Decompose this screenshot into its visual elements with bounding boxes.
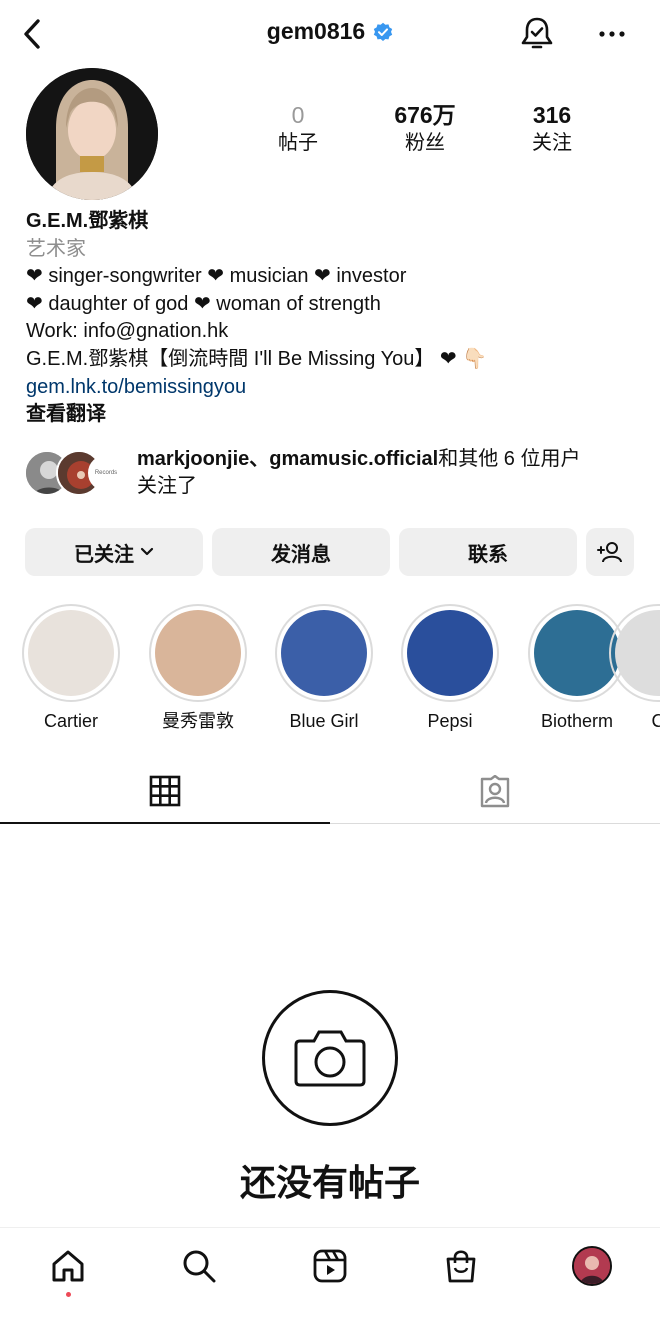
- profile-category: 艺术家: [26, 237, 86, 260]
- stat-label: 粉丝: [405, 132, 445, 154]
- mutual-follower-suffix: 和其他 6 位用户: [438, 448, 581, 470]
- empty-posts: 还没有帖子: [0, 990, 660, 1206]
- tab-tagged[interactable]: [330, 760, 660, 824]
- mutual-follower-line2: 关注了: [137, 475, 197, 497]
- highlight-ring: [401, 604, 499, 702]
- bio-line: ❤ singer-songwriter ❤ musician ❤ investo…: [26, 265, 407, 288]
- bell-check-icon[interactable]: [517, 14, 557, 54]
- profile-tab[interactable]: [570, 1244, 614, 1288]
- highlight-label: Blue Girl: [289, 711, 359, 731]
- profile-stats: 0 帖子 676万 粉丝 316 关注: [240, 100, 610, 156]
- highlight-cover: [28, 610, 114, 696]
- highlight-blue-girl[interactable]: Blue Girl: [269, 600, 379, 732]
- message-button[interactable]: 发消息: [212, 528, 390, 576]
- highlight-partial[interactable]: C: [603, 600, 660, 732]
- tagged-person-icon: [480, 775, 510, 808]
- highlight-cover: [407, 610, 493, 696]
- profile-avatar[interactable]: [26, 68, 158, 200]
- stat-followers[interactable]: 676万 粉丝: [367, 100, 483, 156]
- reels-icon[interactable]: [308, 1244, 352, 1288]
- highlight-cartier[interactable]: Cartier: [16, 600, 126, 732]
- highlight-ring: [609, 604, 660, 702]
- following-button[interactable]: 已关注: [25, 528, 203, 576]
- nav-profile-avatar: [572, 1246, 612, 1286]
- verified-badge-icon: [374, 22, 393, 41]
- highlight-label: 曼秀雷敦: [162, 711, 234, 731]
- home-icon[interactable]: [46, 1244, 90, 1288]
- profile-bio: G.E.M.鄧紫棋 艺术家 ❤ singer-songwriter ❤ musi…: [26, 208, 646, 429]
- chevron-down-icon: [140, 547, 154, 556]
- bio-line: Work: info@gnation.hk: [26, 320, 229, 343]
- stat-value: 676万: [394, 102, 456, 128]
- followed-by[interactable]: Records markjoonjie、gmamusic.official和其他…: [24, 446, 644, 506]
- highlight-ring: [22, 604, 120, 702]
- bio-line: ❤ daughter of god ❤ woman of strength: [26, 292, 381, 315]
- notification-dot: [66, 1292, 71, 1297]
- highlight-cover: [281, 610, 367, 696]
- stat-posts[interactable]: 0 帖子: [240, 100, 356, 156]
- stat-following[interactable]: 316 关注: [494, 100, 610, 156]
- add-person-button[interactable]: [586, 528, 634, 576]
- grid-icon: [149, 775, 181, 807]
- follower-avatar: Records: [88, 455, 124, 491]
- highlight-cover: [615, 610, 660, 696]
- action-buttons: 已关注 发消息 联系: [25, 528, 636, 576]
- more-horizontal-icon[interactable]: [592, 14, 632, 54]
- highlight-label: C: [651, 711, 660, 731]
- stat-value: 0: [291, 102, 305, 128]
- highlight-label: Pepsi: [427, 711, 473, 731]
- highlight-ring: [149, 604, 247, 702]
- tab-grid[interactable]: [0, 760, 330, 824]
- following-label: 已关注: [74, 543, 134, 566]
- bio-link[interactable]: gem.lnk.to/bemissingyou: [26, 374, 646, 402]
- profile-title: gem0816: [0, 18, 660, 45]
- bio-line: G.E.M.鄧紫棋【倒流時間 I'll Be Missing You】 ❤ 👇🏻: [26, 347, 488, 370]
- empty-title: 还没有帖子: [239, 1162, 420, 1203]
- stat-value: 316: [532, 102, 572, 128]
- search-icon[interactable]: [177, 1244, 221, 1288]
- camera-icon: [294, 1030, 366, 1087]
- followed-by-text: markjoonjie、gmamusic.official和其他 6 位用户 关…: [137, 446, 580, 500]
- highlight-mentholatum[interactable]: 曼秀雷敦: [143, 600, 253, 732]
- bottom-nav: [0, 1227, 660, 1317]
- username: gem0816: [266, 18, 366, 44]
- stat-label: 关注: [532, 132, 572, 154]
- see-translation-button[interactable]: 查看翻译: [26, 401, 646, 429]
- display-name: G.E.M.鄧紫棋: [26, 210, 149, 232]
- profile-tabs: [0, 760, 660, 824]
- record-label-text: Records: [94, 470, 118, 476]
- stat-label: 帖子: [278, 132, 318, 154]
- contact-button[interactable]: 联系: [399, 528, 577, 576]
- highlight-label: Cartier: [43, 711, 98, 731]
- shop-bag-icon[interactable]: [439, 1244, 483, 1288]
- top-bar: gem0816: [0, 0, 660, 68]
- highlight-pepsi[interactable]: Pepsi: [395, 600, 505, 732]
- highlight-cover: [155, 610, 241, 696]
- add-person-icon: [597, 542, 622, 563]
- story-highlights: Cartier 曼秀雷敦 Blue Girl Pepsi Biotherm C: [0, 600, 660, 740]
- camera-circle: [262, 990, 398, 1126]
- highlight-ring: [275, 604, 373, 702]
- mutual-follower-names: markjoonjie、gmamusic.official: [137, 448, 439, 470]
